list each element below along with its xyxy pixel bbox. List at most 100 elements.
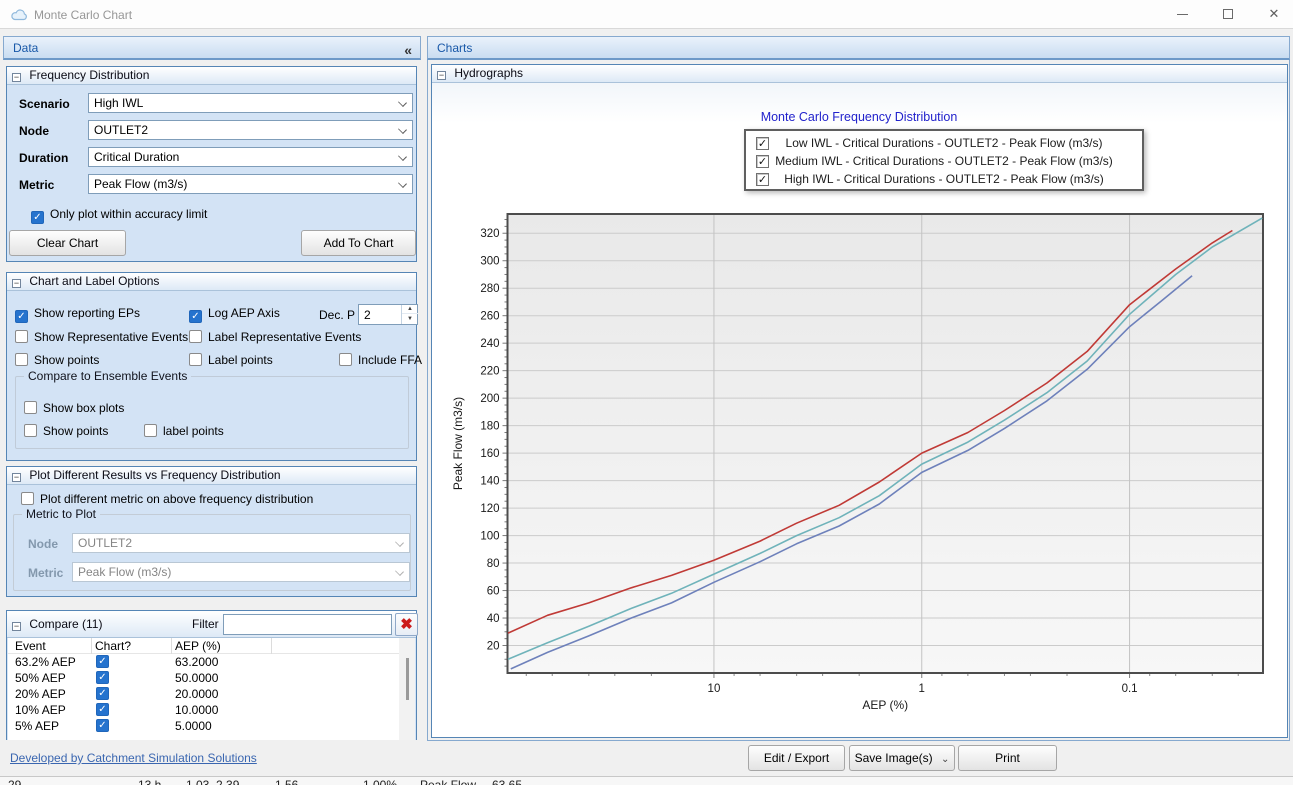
chevron-down-icon [398,98,407,107]
spinner-down-icon[interactable]: ▼ [402,315,418,324]
plot-area[interactable] [508,214,1264,673]
frequency-distribution-section: − Frequency Distribution Scenario High I… [6,66,417,262]
plot-different-metric-checkbox[interactable]: Plot different metric on above frequency… [21,492,313,506]
checkbox-label: Label points [208,353,273,367]
table-row[interactable]: 10% AEP✓10.0000 [8,702,399,718]
chevron-down-icon[interactable]: ⌄ [941,754,949,765]
y-tick-label: 40 [487,613,500,625]
scrollbar-thumb[interactable] [406,658,409,700]
clear-chart-button[interactable]: Clear Chart [9,230,126,256]
show-reporting-eps-checkbox[interactable]: ✓Show reporting EPs [15,306,140,323]
collapse-section-icon[interactable]: − [12,73,21,82]
developer-link[interactable]: Developed by Catchment Simulation Soluti… [10,751,257,765]
minimize-button[interactable] [1162,0,1202,28]
scenario-dropdown[interactable]: High IWL [88,93,413,113]
chevron-down-icon [398,152,407,161]
print-button[interactable]: Print [958,745,1057,771]
status-bar: 2913 h1.03, 2.391.561.00%Peak Flow63.65 [0,776,1293,785]
checkbox-icon[interactable]: ✓ [189,310,202,323]
checkbox-label: Plot different metric on above frequency… [40,492,313,506]
status-text: 1.00% [363,778,397,785]
column-chart[interactable]: Chart? [95,639,131,653]
checkbox-icon[interactable]: ✓ [15,310,28,323]
ensemble-show-points-checkbox[interactable]: Show points [24,424,108,438]
clear-filter-button[interactable]: ✖ [395,613,418,636]
node-value: OUTLET2 [94,123,148,137]
log-aep-axis-checkbox[interactable]: ✓Log AEP Axis [189,306,280,323]
metric-dropdown[interactable]: Peak Flow (m3/s) [88,174,413,194]
collapse-section-icon[interactable]: − [12,622,21,631]
plot-different-results-header[interactable]: − Plot Different Results vs Frequency Di… [7,467,416,485]
ensemble-group-title: Compare to Ensemble Events [24,369,191,383]
include-ffa-checkbox[interactable]: Include FFA [339,353,422,367]
collapse-panel-icon[interactable]: « [404,39,412,61]
frequency-distribution-chart[interactable]: 2040608010012014016018020022024026028030… [432,191,1289,740]
checkbox-label: Only plot within accuracy limit [50,207,207,221]
chart-checkbox-icon[interactable]: ✓ [96,671,109,684]
chart-checkbox-icon[interactable]: ✓ [96,687,109,700]
show-representative-events-checkbox[interactable]: Show Representative Events [15,330,188,344]
table-row[interactable]: 63.2% AEP✓63.2000 [8,654,399,670]
dec-p-spinner[interactable]: 2 ▲ ▼ [358,304,418,325]
status-text: 13 h [138,778,161,785]
maximize-button[interactable] [1208,0,1248,28]
status-text: 1.03, 2.39 [186,778,239,785]
edit-export-button[interactable]: Edit / Export [748,745,845,771]
collapse-section-icon[interactable]: − [12,279,21,288]
metric-to-plot-title: Metric to Plot [22,507,100,521]
legend-item[interactable]: ✓Low IWL - Critical Durations - OUTLET2 … [746,134,1142,152]
checkbox-icon[interactable] [15,353,28,366]
save-images-button[interactable]: Save Image(s) ⌄ [849,745,955,771]
checkbox-icon[interactable] [24,401,37,414]
column-divider [91,638,92,654]
ensemble-label-points-checkbox[interactable]: label points [144,424,224,438]
spinner-up-icon[interactable]: ▲ [402,305,418,314]
label-points-checkbox[interactable]: Label points [189,353,273,367]
chart-label-options-header[interactable]: − Chart and Label Options [7,273,416,291]
column-event[interactable]: Event [15,639,46,653]
collapse-section-icon[interactable]: − [12,473,21,482]
checkbox-icon[interactable] [21,492,34,505]
data-panel-title: Data [13,41,38,55]
legend-checkbox-icon[interactable]: ✓ [756,137,769,150]
accuracy-limit-checkbox[interactable]: ✓ Only plot within accuracy limit [31,207,207,224]
checkbox-icon[interactable] [144,424,157,437]
show-points-checkbox[interactable]: Show points [15,353,99,367]
label-representative-events-checkbox[interactable]: Label Representative Events [189,330,361,344]
chart-checkbox-icon[interactable]: ✓ [96,703,109,716]
collapse-section-icon[interactable]: − [437,71,446,80]
filter-input[interactable] [223,614,392,635]
legend-checkbox-icon[interactable]: ✓ [756,173,769,186]
chart-checkbox-icon[interactable]: ✓ [96,655,109,668]
close-button[interactable]: ✕ [1254,0,1293,28]
x-axis-title: AEP (%) [862,698,908,712]
checkbox-icon[interactable] [189,353,202,366]
checkbox-icon[interactable] [15,330,28,343]
checkbox-icon[interactable] [189,330,202,343]
show-box-plots-checkbox[interactable]: Show box plots [24,401,124,415]
chart-checkbox-icon[interactable]: ✓ [96,719,109,732]
checkbox-label: Label Representative Events [208,330,361,344]
table-row[interactable]: 50% AEP✓50.0000 [8,670,399,686]
column-aep[interactable]: AEP (%) [175,639,221,653]
metric-label-disabled: Metric [28,566,63,580]
frequency-distribution-header[interactable]: − Frequency Distribution [7,67,416,85]
legend-item[interactable]: ✓High IWL - Critical Durations - OUTLET2… [746,170,1142,188]
legend-item[interactable]: ✓Medium IWL - Critical Durations - OUTLE… [746,152,1142,170]
metric-value: Peak Flow (m3/s) [94,177,187,191]
hydrographs-header[interactable]: − Hydrographs [432,65,1287,83]
section-title: Hydrographs [454,66,523,80]
duration-dropdown[interactable]: Critical Duration [88,147,413,167]
event-cell: 50% AEP [15,671,66,685]
data-panel-header: Data « [3,36,421,60]
add-to-chart-button[interactable]: Add To Chart [301,230,416,256]
table-row[interactable]: 5% AEP✓5.0000 [8,718,399,734]
node-dropdown[interactable]: OUTLET2 [88,120,413,140]
checkbox-icon[interactable] [339,353,352,366]
checkbox-icon[interactable] [24,424,37,437]
y-tick-label: 280 [480,283,499,295]
legend-checkbox-icon[interactable]: ✓ [756,155,769,168]
table-row[interactable]: 20% AEP✓20.0000 [8,686,399,702]
checkbox-icon[interactable]: ✓ [31,211,44,224]
compare-scrollbar[interactable] [399,638,415,740]
